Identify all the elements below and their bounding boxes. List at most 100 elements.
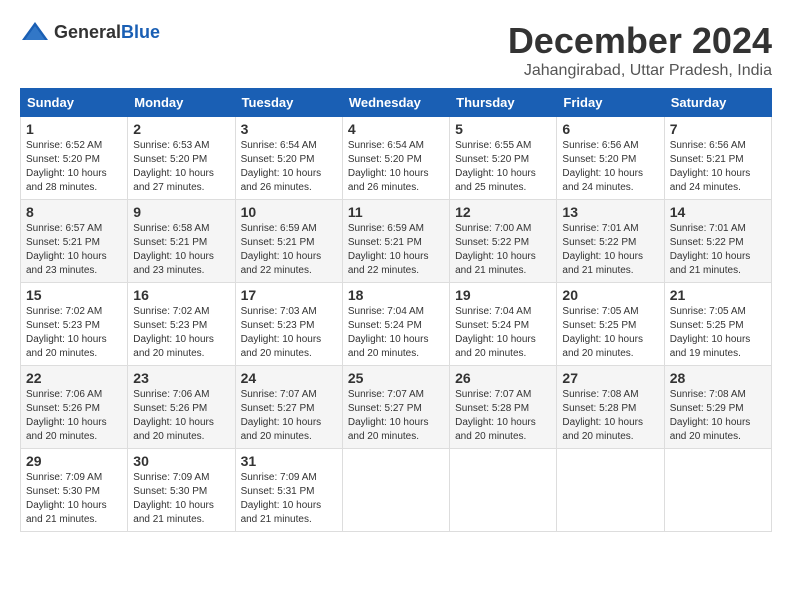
day-number: 10 [241,204,337,220]
day-info: Sunrise: 7:03 AMSunset: 5:23 PMDaylight:… [241,305,337,361]
day-info: Sunrise: 7:09 AMSunset: 5:30 PMDaylight:… [133,471,229,527]
calendar-week-row: 29 Sunrise: 7:09 AMSunset: 5:30 PMDaylig… [21,449,772,532]
day-info: Sunrise: 7:07 AMSunset: 5:27 PMDaylight:… [241,388,337,444]
day-number: 27 [562,370,658,386]
calendar-cell: 10 Sunrise: 6:59 AMSunset: 5:21 PMDaylig… [235,200,342,283]
day-number: 5 [455,121,551,137]
calendar-week-row: 22 Sunrise: 7:06 AMSunset: 5:26 PMDaylig… [21,366,772,449]
day-number: 29 [26,453,122,469]
day-info: Sunrise: 6:53 AMSunset: 5:20 PMDaylight:… [133,139,229,195]
day-number: 23 [133,370,229,386]
day-info: Sunrise: 7:04 AMSunset: 5:24 PMDaylight:… [455,305,551,361]
day-info: Sunrise: 6:56 AMSunset: 5:21 PMDaylight:… [670,139,766,195]
calendar-cell: 11 Sunrise: 6:59 AMSunset: 5:21 PMDaylig… [342,200,449,283]
calendar-cell: 12 Sunrise: 7:00 AMSunset: 5:22 PMDaylig… [450,200,557,283]
calendar-cell: 4 Sunrise: 6:54 AMSunset: 5:20 PMDayligh… [342,117,449,200]
calendar-cell: 3 Sunrise: 6:54 AMSunset: 5:20 PMDayligh… [235,117,342,200]
weekday-header-saturday: Saturday [664,89,771,117]
day-info: Sunrise: 7:04 AMSunset: 5:24 PMDaylight:… [348,305,444,361]
calendar-cell: 8 Sunrise: 6:57 AMSunset: 5:21 PMDayligh… [21,200,128,283]
day-number: 28 [670,370,766,386]
page-header: GeneralBlue December 2024 Jahangirabad, … [20,20,772,80]
day-number: 6 [562,121,658,137]
day-number: 1 [26,121,122,137]
calendar-week-row: 8 Sunrise: 6:57 AMSunset: 5:21 PMDayligh… [21,200,772,283]
calendar-week-row: 1 Sunrise: 6:52 AMSunset: 5:20 PMDayligh… [21,117,772,200]
day-number: 4 [348,121,444,137]
day-info: Sunrise: 7:08 AMSunset: 5:29 PMDaylight:… [670,388,766,444]
logo-icon [20,20,50,44]
day-number: 21 [670,287,766,303]
day-number: 30 [133,453,229,469]
day-info: Sunrise: 6:52 AMSunset: 5:20 PMDaylight:… [26,139,122,195]
day-info: Sunrise: 6:57 AMSunset: 5:21 PMDaylight:… [26,222,122,278]
day-number: 25 [348,370,444,386]
calendar-cell: 13 Sunrise: 7:01 AMSunset: 5:22 PMDaylig… [557,200,664,283]
day-number: 16 [133,287,229,303]
calendar-cell [557,449,664,532]
month-title: December 2024 [508,20,772,62]
calendar-cell: 21 Sunrise: 7:05 AMSunset: 5:25 PMDaylig… [664,283,771,366]
day-info: Sunrise: 7:09 AMSunset: 5:30 PMDaylight:… [26,471,122,527]
calendar-cell: 1 Sunrise: 6:52 AMSunset: 5:20 PMDayligh… [21,117,128,200]
day-number: 2 [133,121,229,137]
calendar-cell: 15 Sunrise: 7:02 AMSunset: 5:23 PMDaylig… [21,283,128,366]
logo-blue: Blue [121,22,160,42]
day-info: Sunrise: 7:05 AMSunset: 5:25 PMDaylight:… [670,305,766,361]
day-number: 22 [26,370,122,386]
day-info: Sunrise: 6:56 AMSunset: 5:20 PMDaylight:… [562,139,658,195]
calendar-cell [342,449,449,532]
logo-general: General [54,22,121,42]
title-area: December 2024 Jahangirabad, Uttar Prades… [508,20,772,80]
day-number: 3 [241,121,337,137]
day-number: 8 [26,204,122,220]
day-number: 13 [562,204,658,220]
calendar-cell: 16 Sunrise: 7:02 AMSunset: 5:23 PMDaylig… [128,283,235,366]
weekday-header-tuesday: Tuesday [235,89,342,117]
day-info: Sunrise: 7:02 AMSunset: 5:23 PMDaylight:… [133,305,229,361]
day-info: Sunrise: 6:54 AMSunset: 5:20 PMDaylight:… [241,139,337,195]
calendar-cell: 19 Sunrise: 7:04 AMSunset: 5:24 PMDaylig… [450,283,557,366]
day-number: 24 [241,370,337,386]
day-info: Sunrise: 7:02 AMSunset: 5:23 PMDaylight:… [26,305,122,361]
day-number: 20 [562,287,658,303]
calendar-cell: 24 Sunrise: 7:07 AMSunset: 5:27 PMDaylig… [235,366,342,449]
calendar-cell: 27 Sunrise: 7:08 AMSunset: 5:28 PMDaylig… [557,366,664,449]
calendar-cell: 31 Sunrise: 7:09 AMSunset: 5:31 PMDaylig… [235,449,342,532]
day-info: Sunrise: 7:08 AMSunset: 5:28 PMDaylight:… [562,388,658,444]
day-info: Sunrise: 7:06 AMSunset: 5:26 PMDaylight:… [26,388,122,444]
calendar-cell: 25 Sunrise: 7:07 AMSunset: 5:27 PMDaylig… [342,366,449,449]
calendar-cell: 14 Sunrise: 7:01 AMSunset: 5:22 PMDaylig… [664,200,771,283]
calendar-cell: 28 Sunrise: 7:08 AMSunset: 5:29 PMDaylig… [664,366,771,449]
weekday-header-wednesday: Wednesday [342,89,449,117]
day-info: Sunrise: 7:05 AMSunset: 5:25 PMDaylight:… [562,305,658,361]
day-number: 17 [241,287,337,303]
calendar-cell: 6 Sunrise: 6:56 AMSunset: 5:20 PMDayligh… [557,117,664,200]
day-info: Sunrise: 7:06 AMSunset: 5:26 PMDaylight:… [133,388,229,444]
day-number: 18 [348,287,444,303]
day-number: 26 [455,370,551,386]
day-number: 14 [670,204,766,220]
day-number: 15 [26,287,122,303]
weekday-header-friday: Friday [557,89,664,117]
calendar-cell: 22 Sunrise: 7:06 AMSunset: 5:26 PMDaylig… [21,366,128,449]
calendar-cell [664,449,771,532]
weekday-header-monday: Monday [128,89,235,117]
day-info: Sunrise: 7:01 AMSunset: 5:22 PMDaylight:… [562,222,658,278]
weekday-header-row: SundayMondayTuesdayWednesdayThursdayFrid… [21,89,772,117]
day-number: 31 [241,453,337,469]
day-info: Sunrise: 7:01 AMSunset: 5:22 PMDaylight:… [670,222,766,278]
calendar-cell: 7 Sunrise: 6:56 AMSunset: 5:21 PMDayligh… [664,117,771,200]
day-info: Sunrise: 7:07 AMSunset: 5:28 PMDaylight:… [455,388,551,444]
calendar-cell: 30 Sunrise: 7:09 AMSunset: 5:30 PMDaylig… [128,449,235,532]
day-info: Sunrise: 7:09 AMSunset: 5:31 PMDaylight:… [241,471,337,527]
day-number: 7 [670,121,766,137]
day-number: 12 [455,204,551,220]
day-info: Sunrise: 7:00 AMSunset: 5:22 PMDaylight:… [455,222,551,278]
day-info: Sunrise: 6:59 AMSunset: 5:21 PMDaylight:… [241,222,337,278]
calendar-week-row: 15 Sunrise: 7:02 AMSunset: 5:23 PMDaylig… [21,283,772,366]
calendar-cell: 23 Sunrise: 7:06 AMSunset: 5:26 PMDaylig… [128,366,235,449]
day-info: Sunrise: 6:54 AMSunset: 5:20 PMDaylight:… [348,139,444,195]
calendar-cell: 5 Sunrise: 6:55 AMSunset: 5:20 PMDayligh… [450,117,557,200]
day-number: 19 [455,287,551,303]
